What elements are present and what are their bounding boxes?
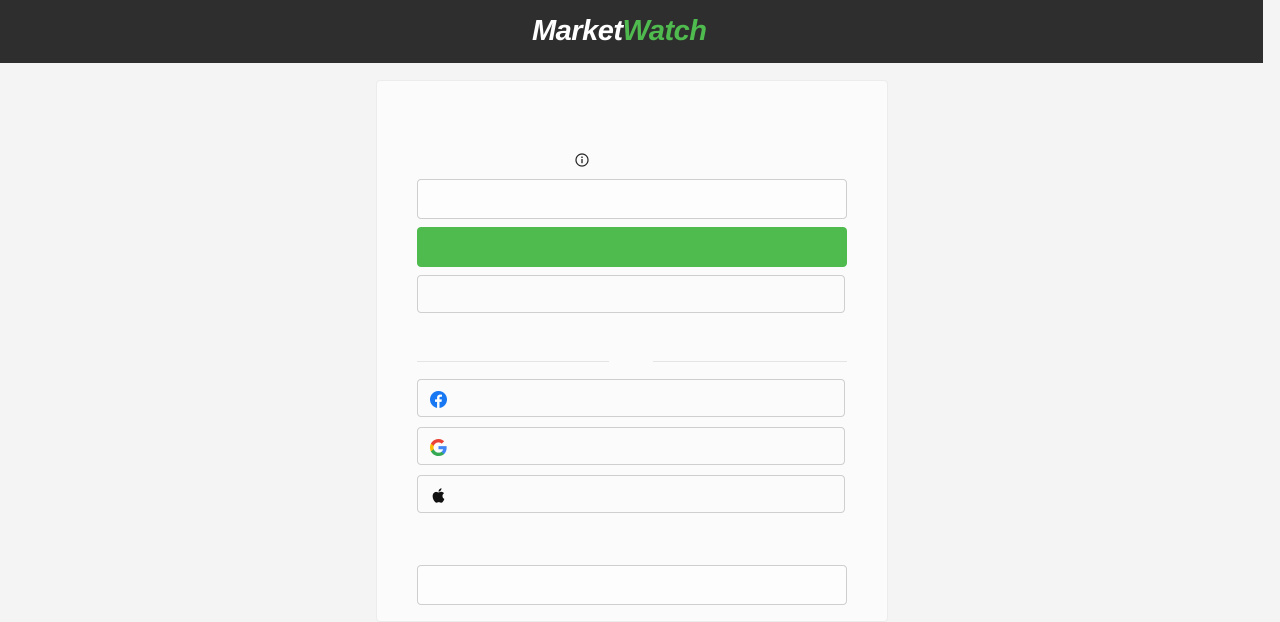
marketwatch-logo[interactable]: MarketWatch — [532, 14, 707, 48]
google-sign-in-button[interactable] — [417, 427, 845, 465]
secondary-sign-in-button[interactable] — [417, 275, 845, 313]
email-input[interactable] — [417, 179, 847, 219]
facebook-sign-in-button[interactable] — [417, 379, 845, 417]
divider-line-left — [417, 361, 609, 362]
top-header-bar: MarketWatch — [0, 0, 1263, 63]
facebook-icon — [430, 391, 447, 408]
divider-text — [609, 353, 653, 369]
logo-text-market: Market — [532, 15, 623, 47]
login-card — [376, 80, 888, 622]
logo-text-watch: Watch — [622, 15, 707, 47]
google-icon — [430, 439, 447, 456]
apple-sign-in-button[interactable] — [417, 475, 845, 513]
info-icon[interactable] — [575, 153, 589, 167]
apple-icon — [432, 488, 445, 503]
bottom-input-field[interactable] — [417, 565, 847, 605]
email-label-row — [417, 151, 847, 169]
page-scrollbar[interactable] — [1263, 0, 1280, 595]
continue-button[interactable] — [417, 227, 847, 267]
divider-line-right — [653, 361, 847, 362]
